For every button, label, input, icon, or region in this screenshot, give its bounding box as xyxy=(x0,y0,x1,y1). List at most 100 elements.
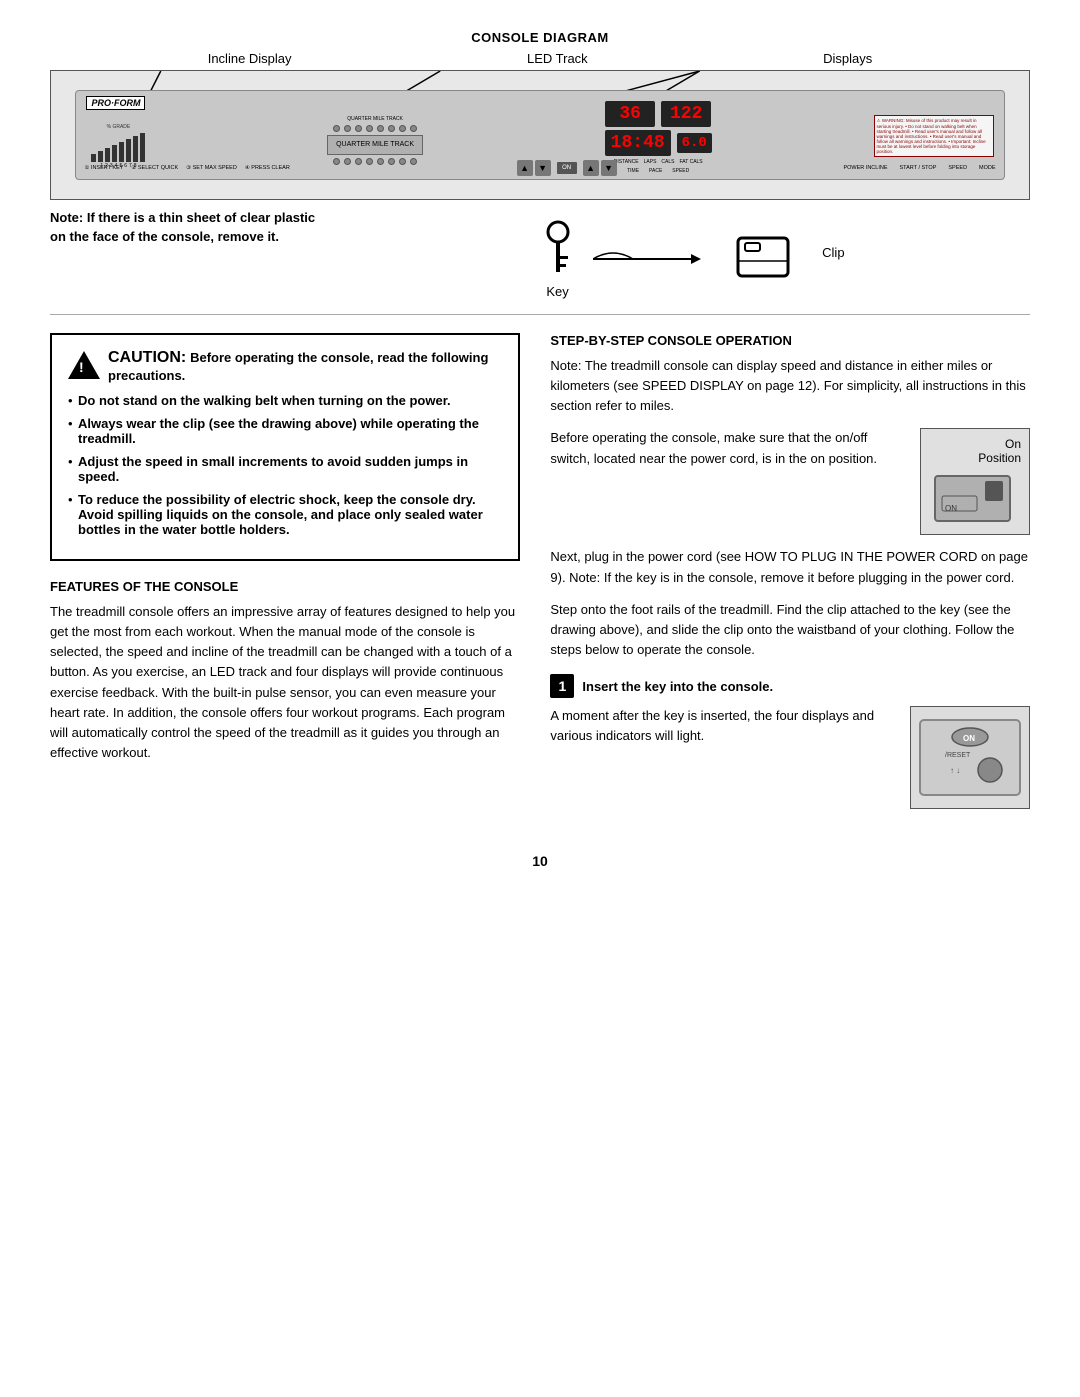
console-diagram-title: CONSOLE DIAGRAM xyxy=(50,30,1030,45)
display-bottom-left: 18:48 xyxy=(605,130,671,156)
clip-drawing: Clip xyxy=(733,233,803,286)
grade-label: % GRADE xyxy=(107,124,131,130)
right-column: STEP-BY-STEP CONSOLE OPERATION Note: The… xyxy=(550,333,1030,823)
arrow-down-speed[interactable]: ▼ xyxy=(601,160,617,176)
position-label: Position xyxy=(929,451,1021,465)
btn-press-clear: ④ PRESS CLEAR xyxy=(245,165,290,171)
caution-box: CAUTION: Before operating the console, r… xyxy=(50,333,520,561)
incline-bar-6 xyxy=(126,139,131,162)
control-labels: POWER INCLINE START / STOP SPEED MODE xyxy=(843,165,995,171)
label-start-stop: START / STOP xyxy=(900,165,937,171)
numbered-buttons: ① INSERT KEY ② SELECT QUICK ③ SET MAX SP… xyxy=(84,165,289,171)
btn-insert-key: ① INSERT KEY xyxy=(84,165,123,171)
label-power-incline: POWER INCLINE xyxy=(843,165,887,171)
label-mode: MODE xyxy=(979,165,996,171)
led-dot xyxy=(410,125,417,132)
note-bold-line1: Note: If there is a thin sheet of clear … xyxy=(50,210,315,225)
btn-set-speed: ③ SET MAX SPEED xyxy=(186,165,237,171)
top-displays-row: 36 122 xyxy=(605,101,711,127)
warning-label: ⚠ WARNING: Misuse of this product may re… xyxy=(874,115,994,157)
bottom-controls-area: ① INSERT KEY ② SELECT QUICK ③ SET MAX SP… xyxy=(84,160,995,176)
step-1-text: A moment after the key is inserted, the … xyxy=(550,706,898,746)
displays-label: Displays xyxy=(823,51,872,66)
incline-bar-5 xyxy=(119,142,124,162)
on-position-box: On Position ON xyxy=(920,428,1030,535)
led-dot xyxy=(388,125,395,132)
caution-bullet-2: Always wear the clip (see the drawing ab… xyxy=(68,416,502,446)
btn-select: ② SELECT QUICK xyxy=(131,165,178,171)
mini-console-illustration: ON /RESET ↑ ↓ xyxy=(910,706,1030,809)
svg-text:ON: ON xyxy=(945,504,957,513)
clip-icon xyxy=(733,233,803,283)
step-1-body: A moment after the key is inserted, the … xyxy=(550,706,1030,809)
led-dot xyxy=(399,125,406,132)
caution-bullet-3: Adjust the speed in small increments to … xyxy=(68,454,502,484)
features-title: FEATURES OF THE CONSOLE xyxy=(50,579,520,594)
led-dot xyxy=(344,125,351,132)
svg-text:ON: ON xyxy=(963,734,975,743)
step-onto-text: Step onto the foot rails of the treadmil… xyxy=(550,600,1030,660)
display-bottom-right: 6.0 xyxy=(677,133,712,153)
speed-arrows: ▲ ▼ xyxy=(583,160,617,176)
led-track-label: LED Track xyxy=(527,51,588,66)
key-clip-section: Key Clip xyxy=(315,210,1030,299)
features-section: FEATURES OF THE CONSOLE The treadmill co… xyxy=(50,579,520,763)
caution-bullet-1: Do not stand on the walking belt when tu… xyxy=(68,393,502,408)
on-label: On xyxy=(929,437,1021,451)
arrow-controls: ▲ ▼ ON ▲ ▼ xyxy=(517,160,617,176)
key-drawing: Key xyxy=(543,220,573,299)
step-1-header: 1 Insert the key into the console. xyxy=(550,674,1030,698)
power-incline-arrows: ▲ ▼ xyxy=(517,160,551,176)
led-dot xyxy=(355,125,362,132)
incline-bar-8 xyxy=(140,133,145,162)
label-speed: SPEED xyxy=(948,165,967,171)
note-text-block: Note: If there is a thin sheet of clear … xyxy=(50,210,315,248)
arrow-up-incline[interactable]: ▲ xyxy=(517,160,533,176)
bottom-displays-row: 18:48 6.0 xyxy=(605,130,712,156)
note-line2: on the face of the console, remove it. xyxy=(50,229,315,244)
key-to-clip-arrow xyxy=(593,247,713,272)
caution-bullet-2-text: Always wear the clip (see the drawing ab… xyxy=(78,416,479,446)
note-section: Note: If there is a thin sheet of clear … xyxy=(50,210,1030,299)
caution-bullet-1-text: Do not stand on the walking belt when tu… xyxy=(78,393,451,408)
incline-display-label: Incline Display xyxy=(208,51,292,66)
incline-bar-7 xyxy=(133,136,138,162)
section-divider xyxy=(50,314,1030,315)
caution-header: CAUTION: Before operating the console, r… xyxy=(68,349,502,383)
led-dot xyxy=(377,125,384,132)
svg-text:↑ ↓: ↑ ↓ xyxy=(950,766,960,775)
left-column: CAUTION: Before operating the console, r… xyxy=(50,333,520,823)
led-track-area: QUARTER MILE TRACK QUARTER MILE TRACK xyxy=(327,116,423,165)
on-position-text: On Position xyxy=(929,437,1021,465)
console-inner: PRO·FORM % GRADE 12345678 xyxy=(75,90,1004,180)
console-image: PRO·FORM % GRADE 12345678 xyxy=(50,70,1030,200)
led-row-1 xyxy=(333,125,417,132)
incline-bars xyxy=(91,133,145,162)
step-1-block: 1 Insert the key into the console. A mom… xyxy=(550,674,1030,809)
arrow-up-speed[interactable]: ▲ xyxy=(583,160,599,176)
svg-text:/RESET: /RESET xyxy=(945,752,971,759)
led-dot xyxy=(333,125,340,132)
page-number: 10 xyxy=(50,853,1030,869)
step-1-number: 1 xyxy=(550,674,574,698)
on-position-label-row: On Position xyxy=(929,437,1021,465)
caution-triangle-icon xyxy=(68,351,100,379)
step-by-step-intro: Note: The treadmill console can display … xyxy=(550,356,1030,416)
console-diagram-section: CONSOLE DIAGRAM Incline Display LED Trac… xyxy=(50,30,1030,299)
key-label: Key xyxy=(546,284,568,299)
next-plug-text: Next, plug in the power cord (see HOW TO… xyxy=(550,547,1030,587)
main-columns: CAUTION: Before operating the console, r… xyxy=(50,333,1030,823)
key-icon xyxy=(543,220,573,280)
display-top-left: 36 xyxy=(605,101,655,127)
caution-bullet-4-text: To reduce the possibility of electric sh… xyxy=(78,492,483,537)
caution-title: CAUTION: xyxy=(108,349,186,366)
note-bold-line2: on the face of the console, remove it. xyxy=(50,229,279,244)
arrow-down-incline[interactable]: ▼ xyxy=(535,160,551,176)
before-operating-section: Before operating the console, make sure … xyxy=(550,428,1030,535)
step-1-title: Insert the key into the console. xyxy=(582,679,773,694)
clip-label: Clip xyxy=(822,245,844,260)
on-button[interactable]: ON xyxy=(557,162,577,174)
diagram-labels: Incline Display LED Track Displays xyxy=(50,51,1030,66)
caution-bullets-list: Do not stand on the walking belt when tu… xyxy=(68,393,502,537)
quarter-mile-box: QUARTER MILE TRACK xyxy=(327,135,423,155)
